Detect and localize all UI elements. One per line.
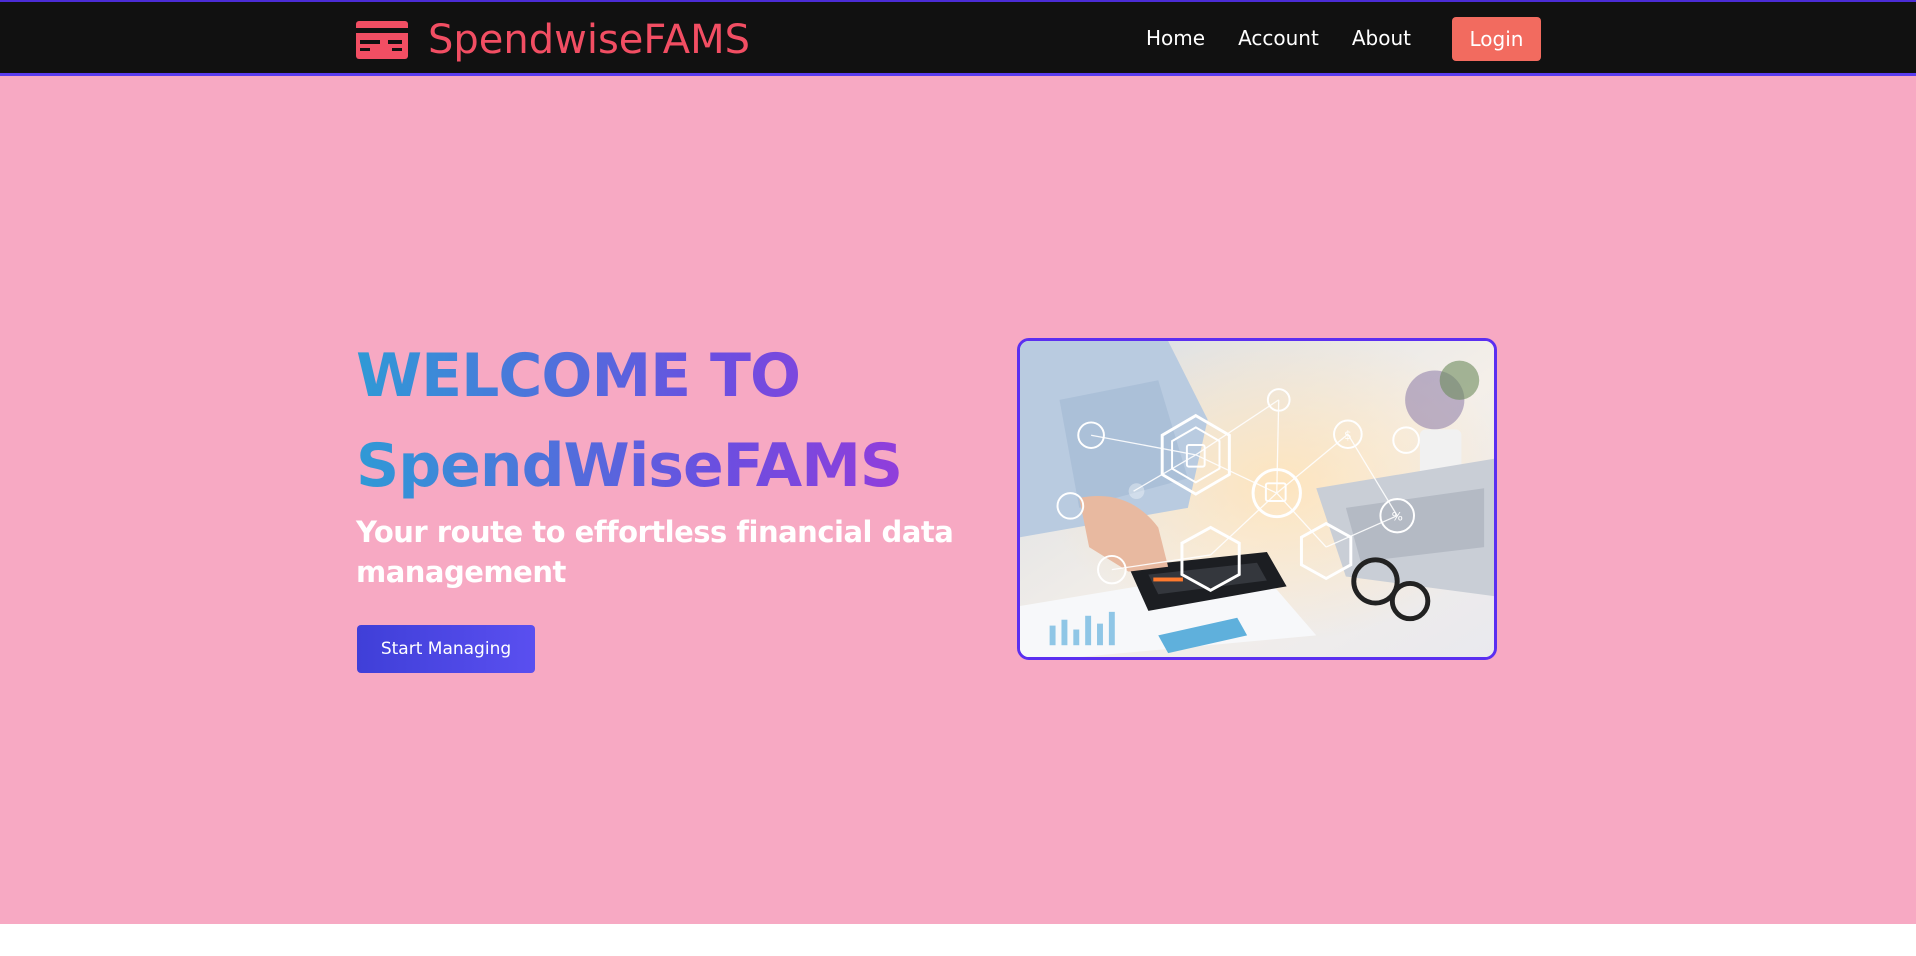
hero-title-line-1: WELCOME TO <box>356 341 800 411</box>
hero-title-line-2: SpendWiseFAMS <box>356 431 903 501</box>
top-navbar: SpendwiseFAMS Home Account About Login <box>0 0 1916 76</box>
credit-card-icon <box>356 21 408 59</box>
login-button[interactable]: Login <box>1452 17 1541 61</box>
hero-title: WELCOME TO SpendWiseFAMS <box>356 331 1006 511</box>
hero-subtitle: Your route to effortless financial data … <box>356 515 954 589</box>
hero-section: WELCOME TO SpendWiseFAMS Your route to e… <box>0 76 1916 924</box>
start-managing-button[interactable]: Start Managing <box>357 625 535 673</box>
brand-name: SpendwiseFAMS <box>428 17 751 63</box>
hero-image: $ % <box>1017 338 1497 660</box>
nav-link-home[interactable]: Home <box>1146 26 1205 50</box>
nav-link-account[interactable]: Account <box>1238 26 1319 50</box>
nav-link-about[interactable]: About <box>1352 26 1411 50</box>
brand-logo-link[interactable]: SpendwiseFAMS <box>356 20 750 60</box>
svg-text:%: % <box>1392 510 1403 524</box>
svg-text:$: $ <box>1344 428 1352 442</box>
nav-links: Home Account About <box>1146 16 1444 60</box>
finance-illustration: $ % <box>1020 341 1494 657</box>
